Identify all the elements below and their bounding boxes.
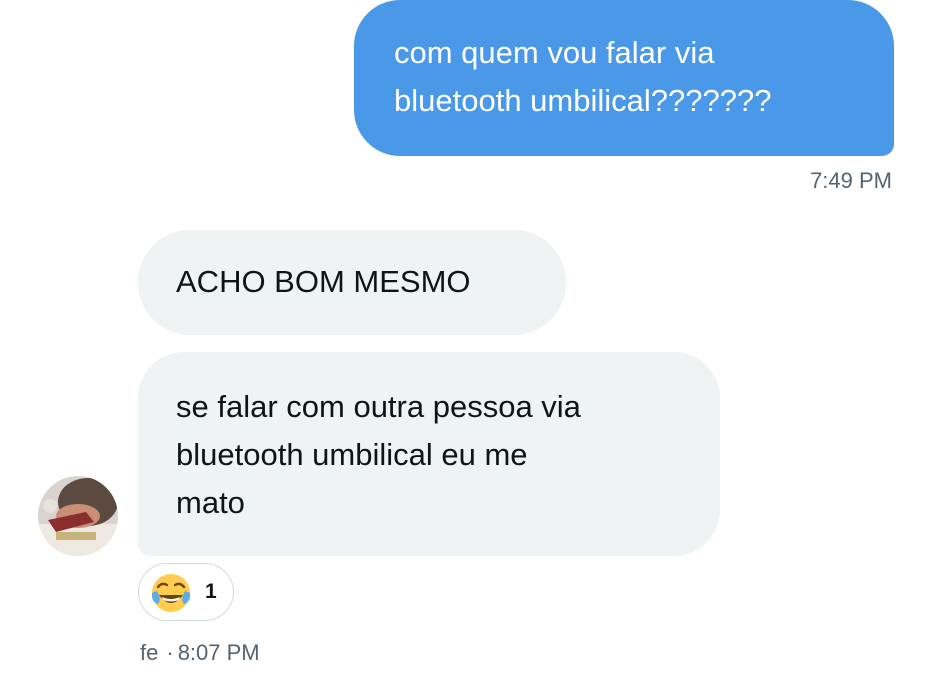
outgoing-message-bubble[interactable]: com quem vou falar via bluetooth umbilic… (354, 0, 894, 156)
incoming-message-bubble[interactable]: se falar com outra pessoa via bluetooth … (138, 352, 720, 556)
avatar[interactable] (38, 476, 118, 556)
avatar-photo (38, 476, 118, 556)
sender-name: fe (140, 640, 159, 665)
incoming-message-meta: fe · 8:07 PM (140, 640, 260, 666)
incoming-message-time: 8:07 PM (177, 640, 260, 665)
separator-dot: · (166, 640, 174, 665)
outgoing-message-time: 7:49 PM (810, 168, 892, 193)
face-with-tears-of-joy-icon (151, 574, 191, 612)
reaction-pill[interactable]: 1 (138, 563, 234, 621)
incoming-message-bubble[interactable]: ACHO BOM MESMO (138, 230, 566, 335)
reaction-count: 1 (205, 580, 217, 603)
